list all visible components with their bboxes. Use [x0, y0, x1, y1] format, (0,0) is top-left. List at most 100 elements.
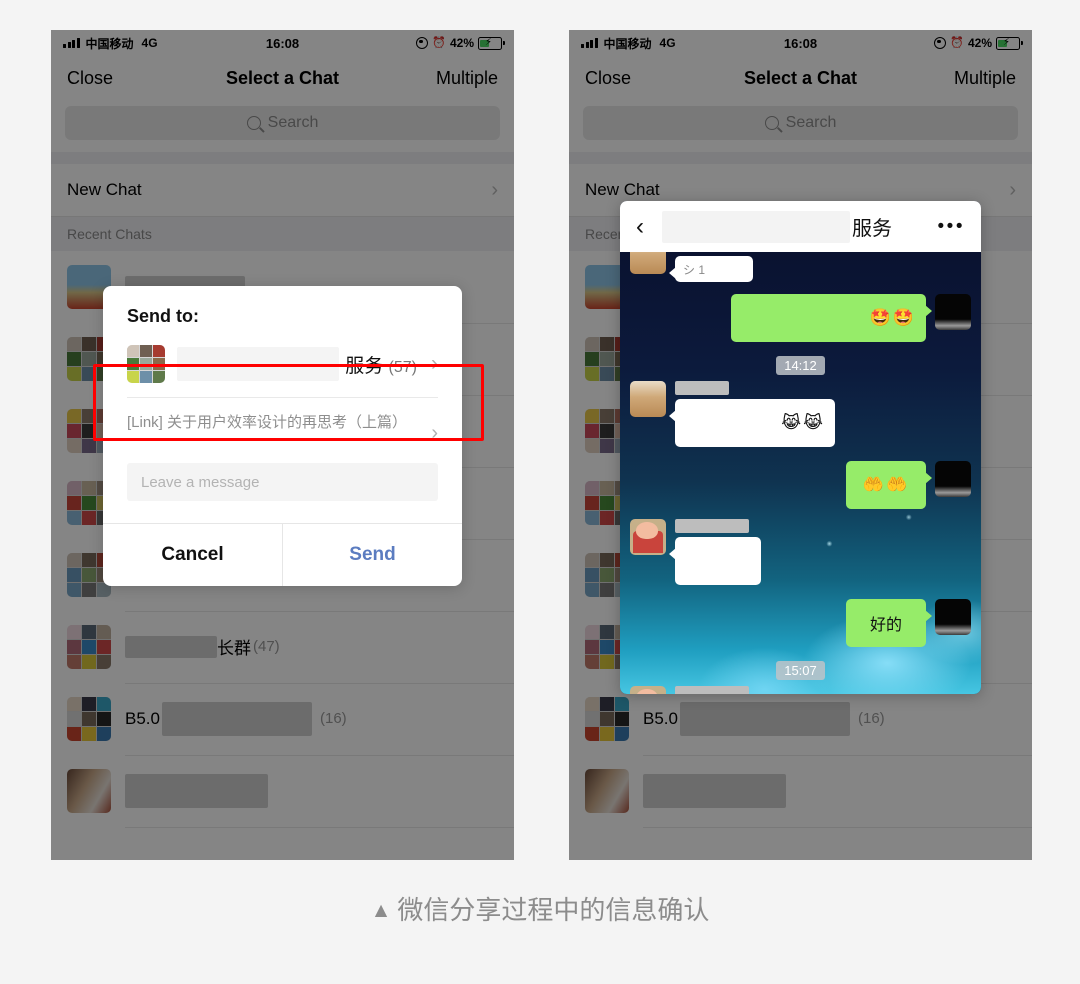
divider — [51, 152, 514, 164]
send-target-row[interactable]: 服务 (57) › — [127, 337, 438, 391]
chat-name: B5.0 — [125, 708, 160, 728]
message-bubble[interactable]: 🤲🤲 — [846, 461, 932, 509]
message-bubble[interactable]: 好的 — [846, 599, 932, 647]
message-text: 😹😹 — [781, 413, 825, 432]
message-row: 🤲🤲 — [620, 461, 981, 509]
send-to-dialog: Send to: 服务 (57) › [Link] 关于用户效率设计的再思考（上… — [103, 286, 462, 586]
screenshot-stage: 中国移动 4G 16:08 ⏰ 42% ⚡ Close Select a Cha… — [0, 0, 1080, 984]
message-bubble[interactable] — [669, 537, 761, 585]
search-input[interactable]: Search — [583, 106, 1018, 140]
list-item[interactable]: B5.0 (16) — [51, 683, 514, 756]
message-bubble[interactable]: シ 1 — [669, 256, 753, 282]
redacted-name — [643, 773, 786, 808]
nav-bar: Close Select a Chat Multiple — [51, 56, 514, 100]
search-placeholder: Search — [267, 114, 319, 131]
message-row: 好的 — [620, 599, 981, 647]
target-name: 服务 (57) — [345, 355, 417, 377]
send-button[interactable]: Send — [282, 524, 462, 586]
message-list[interactable]: シ 1 🤩🤩 14:12 😹😹 🤲🤲 好的 15:07 — [620, 252, 981, 694]
dialog-title: Send to: — [127, 306, 199, 326]
redacted-sender — [675, 381, 729, 395]
message-bubble[interactable]: 😹😹 — [669, 399, 835, 447]
message-row — [620, 519, 981, 585]
redacted-sender — [675, 686, 749, 694]
clock-label: 16:08 — [265, 35, 300, 51]
chat-name: B5.0 — [643, 708, 678, 728]
phone-right: 中国移动 4G 16:08 ⏰ 42% ⚡ Close Select a Cha… — [569, 30, 1032, 860]
page-title: Select a Chat — [225, 67, 340, 88]
caption-text: 微信分享过程中的信息确认 — [397, 895, 710, 925]
chevron-right-icon: › — [431, 352, 438, 375]
new-chat-row[interactable]: New Chat › — [51, 164, 514, 217]
divider — [569, 152, 1032, 164]
chat-title: 服务 — [852, 218, 892, 240]
search-container: Search — [51, 100, 514, 152]
message-text: 🤲🤲 — [862, 475, 910, 494]
redacted-name — [161, 701, 312, 736]
avatar — [630, 686, 666, 694]
more-dots-icon[interactable]: ••• — [938, 217, 965, 236]
redacted-name — [125, 635, 217, 658]
page-title: Select a Chat — [743, 67, 858, 88]
figure-caption: ▲ 微信分享过程中的信息确认 — [0, 890, 1080, 927]
shared-link-row[interactable]: [Link] 关于用户效率设计的再思考（上篇） › — [103, 398, 462, 451]
redacted-name — [177, 347, 340, 381]
chevron-right-icon: › — [431, 422, 438, 444]
avatar — [935, 599, 971, 635]
search-placeholder: Search — [785, 114, 837, 131]
status-bar: 中国移动 4G 16:08 ⏰ 42% ⚡ — [51, 30, 514, 56]
avatar — [630, 381, 666, 417]
redacted-name — [125, 773, 268, 808]
avatar — [585, 769, 629, 813]
status-bar: 中国移动 4G 16:08 ⏰ 42% ⚡ — [569, 30, 1032, 56]
message-row — [620, 686, 981, 694]
search-icon — [246, 116, 261, 130]
avatar — [67, 769, 111, 813]
recent-chats-header: Recent Chats — [51, 217, 514, 251]
avatar — [630, 252, 666, 274]
clock-label: 16:08 — [783, 35, 818, 51]
avatar — [67, 625, 111, 669]
chevron-right-icon: › — [491, 179, 498, 201]
message-row: 😹😹 — [620, 381, 981, 447]
avatar — [935, 461, 971, 497]
avatar — [630, 519, 666, 555]
leave-message-input[interactable]: Leave a message — [127, 463, 438, 501]
phone-left: 中国移动 4G 16:08 ⏰ 42% ⚡ Close Select a Cha… — [51, 30, 514, 860]
avatar — [935, 294, 971, 330]
search-input[interactable]: Search — [65, 106, 500, 140]
search-icon — [764, 116, 779, 130]
message-text: 🤩🤩 — [869, 308, 916, 327]
redacted-sender — [675, 519, 749, 533]
leave-message-placeholder: Leave a message — [141, 473, 260, 491]
avatar — [585, 697, 629, 741]
new-chat-label: New Chat — [585, 180, 660, 199]
message-row: シ 1 — [620, 252, 981, 282]
chevron-left-icon[interactable]: ‹ — [636, 214, 662, 239]
chat-name: 长群(47) — [217, 638, 280, 658]
chevron-right-icon: › — [1009, 179, 1016, 201]
chat-header: ‹ 服务 ••• — [620, 201, 981, 252]
list-item[interactable] — [51, 755, 514, 828]
timestamp: 14:12 — [776, 356, 825, 375]
search-container: Search — [569, 100, 1032, 152]
battery-icon: ⚡ — [478, 36, 505, 50]
list-item[interactable] — [569, 755, 1032, 828]
cancel-button[interactable]: Cancel — [103, 524, 282, 586]
message-row: 🤩🤩 — [620, 294, 981, 342]
message-bubble[interactable]: 🤩🤩 — [731, 294, 932, 342]
timestamp: 15:07 — [776, 661, 825, 680]
dialog-actions: Cancel Send — [103, 523, 462, 586]
new-chat-label: New Chat — [67, 180, 142, 199]
chat-count: (16) — [319, 710, 347, 727]
chat-preview-panel: ‹ 服务 ••• シ 1 🤩🤩 14:12 😹😹 🤲🤲 好的 15:07 — [620, 201, 981, 694]
chat-count: (16) — [857, 710, 885, 727]
avatar — [127, 345, 165, 383]
redacted-name — [662, 210, 850, 243]
list-item[interactable]: 长群(47) — [51, 611, 514, 684]
nav-bar: Close Select a Chat Multiple — [569, 56, 1032, 100]
redacted-name — [679, 701, 850, 736]
recent-chats-label: Recent Chats — [67, 226, 152, 242]
message-text: 好的 — [869, 617, 902, 634]
battery-icon: ⚡ — [996, 36, 1023, 50]
